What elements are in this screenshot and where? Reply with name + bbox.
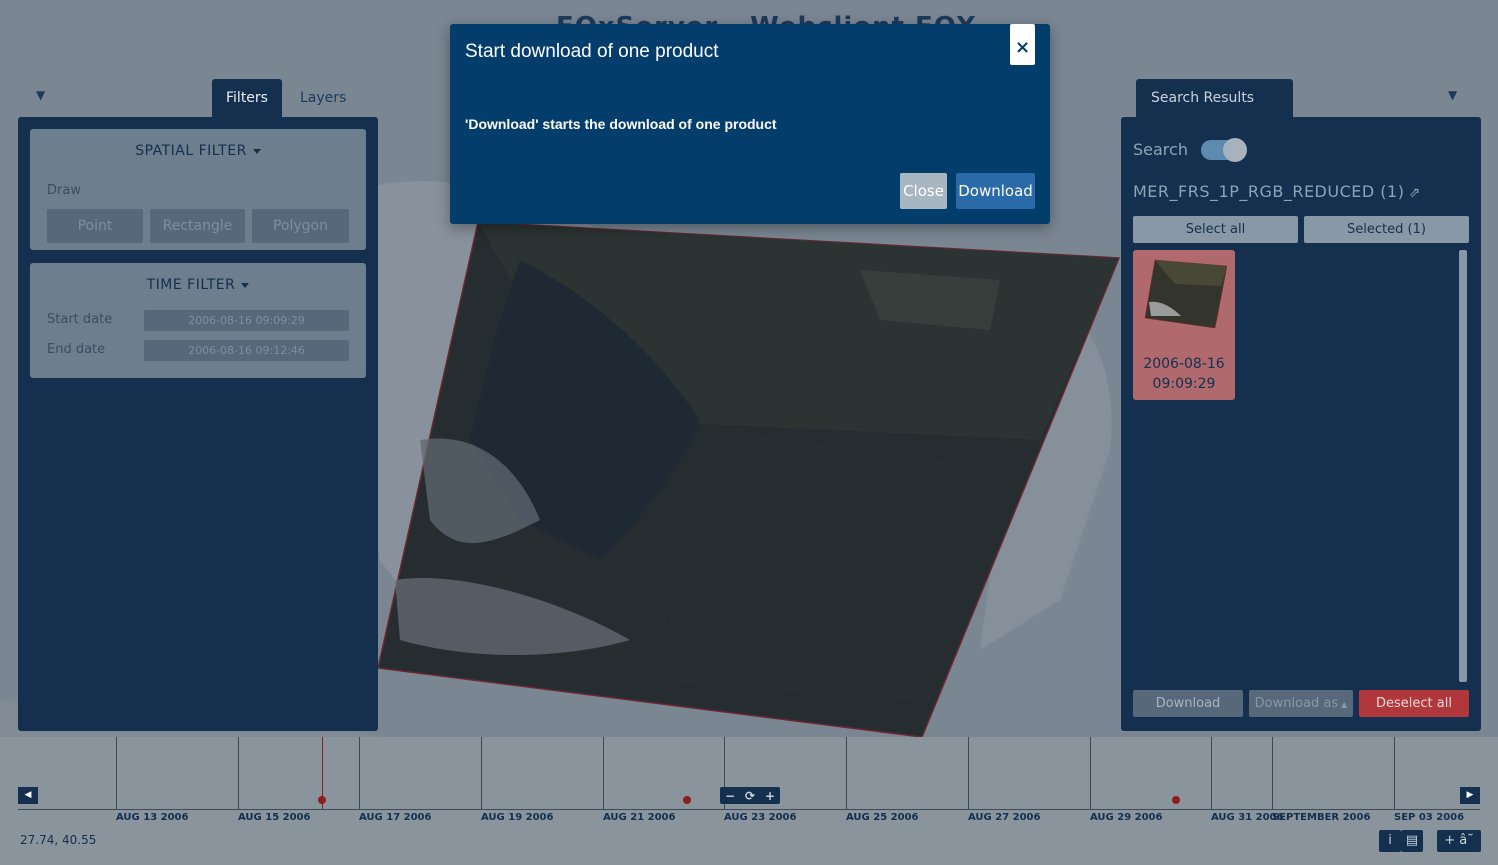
modal-download-button[interactable]: Download — [956, 173, 1035, 209]
caret-down-icon — [252, 148, 261, 154]
modal-title: Start download of one product — [465, 41, 719, 62]
time-filter-title: TIME FILTER — [146, 277, 236, 293]
timeline-label: AUG 23 2006 — [724, 812, 797, 823]
timeline-prev-icon[interactable]: ◀ — [18, 787, 38, 804]
results-scrollbar[interactable] — [1459, 250, 1467, 682]
zoom-out-icon[interactable]: − — [725, 789, 735, 803]
left-panel-collapse-icon[interactable]: ▼ — [36, 88, 45, 102]
timeline-tick — [1394, 737, 1395, 809]
close-icon[interactable]: × — [1010, 24, 1035, 65]
timeline-tick — [1090, 737, 1091, 809]
book-icon[interactable]: ▤ — [1401, 830, 1423, 852]
toggle-knob — [1223, 138, 1247, 162]
search-toggle[interactable] — [1201, 138, 1247, 162]
search-label: Search — [1133, 140, 1188, 159]
result-date: 2006-08-16 09:09:29 — [1133, 354, 1235, 394]
draw-label: Draw — [47, 183, 81, 198]
modal-close-button[interactable]: Close — [900, 173, 947, 209]
timeline-record-dot[interactable] — [1172, 796, 1180, 804]
timeline-tick — [116, 737, 117, 809]
tab-search-results[interactable]: Search Results — [1136, 79, 1293, 117]
start-date-field[interactable]: 2006-08-16 09:09:29 — [144, 310, 349, 331]
timeline-record-dot[interactable] — [683, 796, 691, 804]
spatial-filter-header[interactable]: SPATIAL FILTER — [30, 143, 366, 159]
select-all-button[interactable]: Select all — [1133, 216, 1298, 243]
timeline-tick — [481, 737, 482, 809]
timeline-label: AUG 29 2006 — [1090, 812, 1163, 823]
timeline-tick — [359, 737, 360, 809]
timeline[interactable]: AUG 13 2006 AUG 15 2006 AUG 17 2006 AUG … — [0, 737, 1498, 865]
selected-button[interactable]: Selected (1) — [1304, 216, 1469, 243]
draw-point-button[interactable]: Point — [47, 209, 143, 243]
time-filter-card: TIME FILTER Start date 2006-08-16 09:09:… — [30, 263, 366, 378]
end-date-label: End date — [47, 342, 106, 357]
result-item[interactable]: 2006-08-16 09:09:29 — [1133, 250, 1235, 400]
timeline-label: AUG 27 2006 — [968, 812, 1041, 823]
timeline-zoom-controls: − ⟳ + — [720, 787, 780, 804]
timeline-next-icon[interactable]: ▶ — [1460, 787, 1480, 804]
download-modal: Start download of one product × 'Downloa… — [450, 24, 1050, 224]
timeline-label: AUG 17 2006 — [359, 812, 432, 823]
timeline-label: AUG 13 2006 — [116, 812, 189, 823]
timeline-tick — [968, 737, 969, 809]
timeline-tick — [603, 737, 604, 809]
timeline-tick — [846, 737, 847, 809]
result-thumbnail — [1144, 259, 1227, 328]
timeline-label: SEPTEMBER 2006 — [1272, 812, 1371, 823]
zoom-in-icon[interactable]: + — [765, 789, 775, 803]
reset-icon[interactable]: ⟳ — [745, 789, 755, 803]
start-date-label: Start date — [47, 312, 113, 327]
modal-message: 'Download' starts the download of one pr… — [465, 116, 777, 132]
timeline-label: AUG 21 2006 — [603, 812, 676, 823]
right-panel-collapse-icon[interactable]: ▼ — [1448, 88, 1457, 102]
timeline-label: SEP 03 2006 — [1394, 812, 1465, 823]
spatial-filter-card: SPATIAL FILTER Draw Point Rectangle Poly… — [30, 129, 366, 250]
timeline-tick — [1211, 737, 1212, 809]
caret-down-icon — [241, 282, 250, 288]
draw-rectangle-button[interactable]: Rectangle — [150, 209, 245, 243]
results-list: 2006-08-16 09:09:29 — [1133, 250, 1457, 682]
timeline-tick — [238, 737, 239, 809]
tab-filters[interactable]: Filters — [212, 79, 282, 117]
cursor-coordinates: 27.74, 40.55 — [20, 833, 97, 847]
timeline-label: AUG 19 2006 — [481, 812, 554, 823]
download-button[interactable]: Download — [1133, 690, 1243, 717]
draw-polygon-button[interactable]: Polygon — [252, 209, 349, 243]
right-panel: Search MER_FRS_1P_RGB_REDUCED (1) ⇗ Selec… — [1121, 117, 1481, 731]
timeline-label: AUG 25 2006 — [846, 812, 919, 823]
timeline-tick — [1272, 737, 1273, 809]
result-date-day: 2006-08-16 — [1143, 356, 1225, 372]
extra-tools-button[interactable]: + â˜ — [1437, 830, 1481, 852]
timeline-axis — [18, 809, 1480, 810]
info-icon[interactable]: i — [1379, 830, 1401, 852]
timeline-record-dot[interactable] — [318, 796, 326, 804]
download-as-button[interactable]: Download as ▲ — [1249, 690, 1353, 717]
tab-layers[interactable]: Layers — [286, 79, 360, 117]
left-panel: SPATIAL FILTER Draw Point Rectangle Poly… — [18, 117, 378, 731]
deselect-all-button[interactable]: Deselect all — [1359, 690, 1469, 717]
time-filter-header[interactable]: TIME FILTER — [30, 277, 366, 293]
timeline-label: AUG 15 2006 — [238, 812, 311, 823]
spatial-filter-title: SPATIAL FILTER — [135, 143, 247, 159]
caret-up-icon: ▲ — [1341, 700, 1348, 709]
end-date-field[interactable]: 2006-08-16 09:12:46 — [144, 340, 349, 361]
download-as-label: Download as — [1254, 696, 1339, 711]
collection-name: MER_FRS_1P_RGB_REDUCED (1) — [1133, 182, 1405, 201]
result-date-time: 09:09:29 — [1152, 376, 1216, 392]
external-link-icon[interactable]: ⇗ — [1408, 185, 1420, 201]
collection-title: MER_FRS_1P_RGB_REDUCED (1) ⇗ — [1133, 182, 1421, 201]
